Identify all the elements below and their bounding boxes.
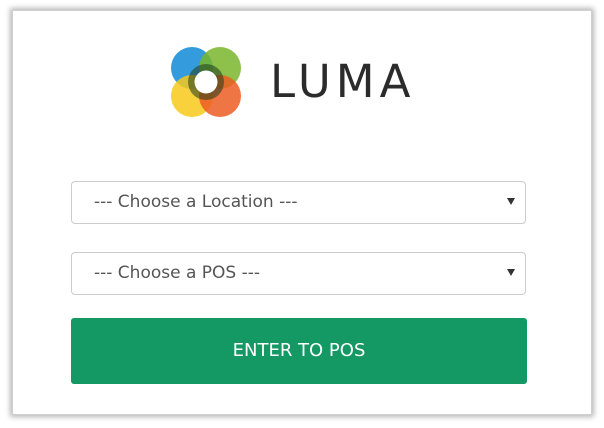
caret-down-icon (507, 269, 515, 276)
luma-logo: LUMA (166, 42, 436, 122)
luma-logo-mark-icon (171, 47, 241, 117)
enter-to-pos-button[interactable]: ENTER TO POS (71, 318, 527, 384)
brand-wordmark: LUMA (270, 55, 416, 108)
caret-down-icon (507, 198, 515, 205)
location-select[interactable]: --- Choose a Location --- (71, 181, 526, 224)
pos-select[interactable]: --- Choose a POS --- (71, 252, 526, 295)
location-select-value: --- Choose a Location --- (94, 192, 298, 212)
pos-select-value: --- Choose a POS --- (94, 263, 261, 283)
login-panel: LUMA --- Choose a Location --- --- Choos… (12, 10, 592, 415)
